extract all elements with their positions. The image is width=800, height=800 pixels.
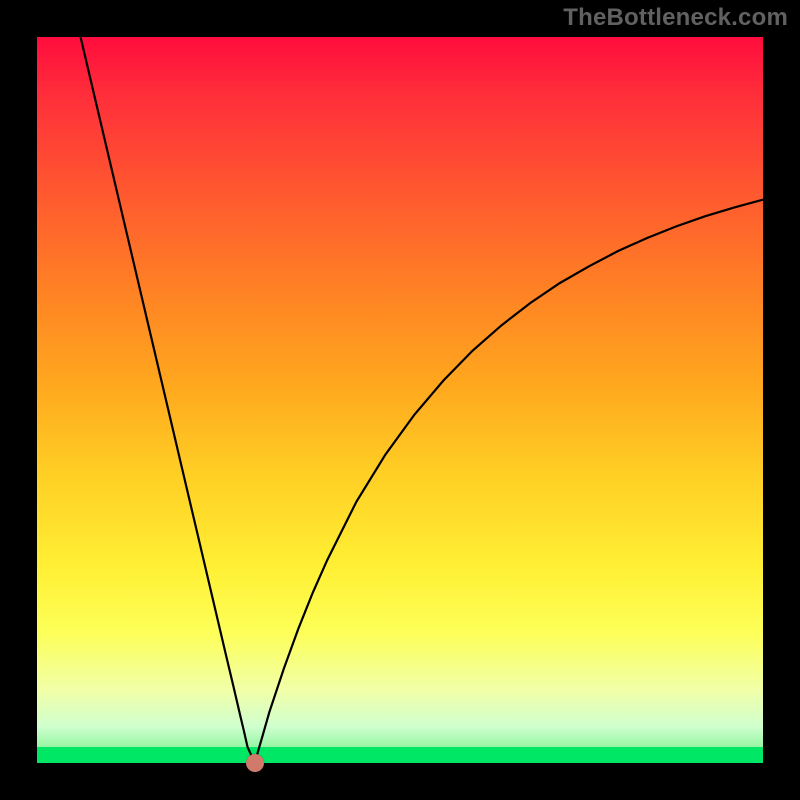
chart-container: TheBottleneck.com	[0, 0, 800, 800]
watermark-text: TheBottleneck.com	[563, 4, 788, 32]
min-point-marker	[246, 754, 264, 772]
bottleneck-curve	[37, 37, 763, 763]
plot-area	[37, 37, 763, 763]
